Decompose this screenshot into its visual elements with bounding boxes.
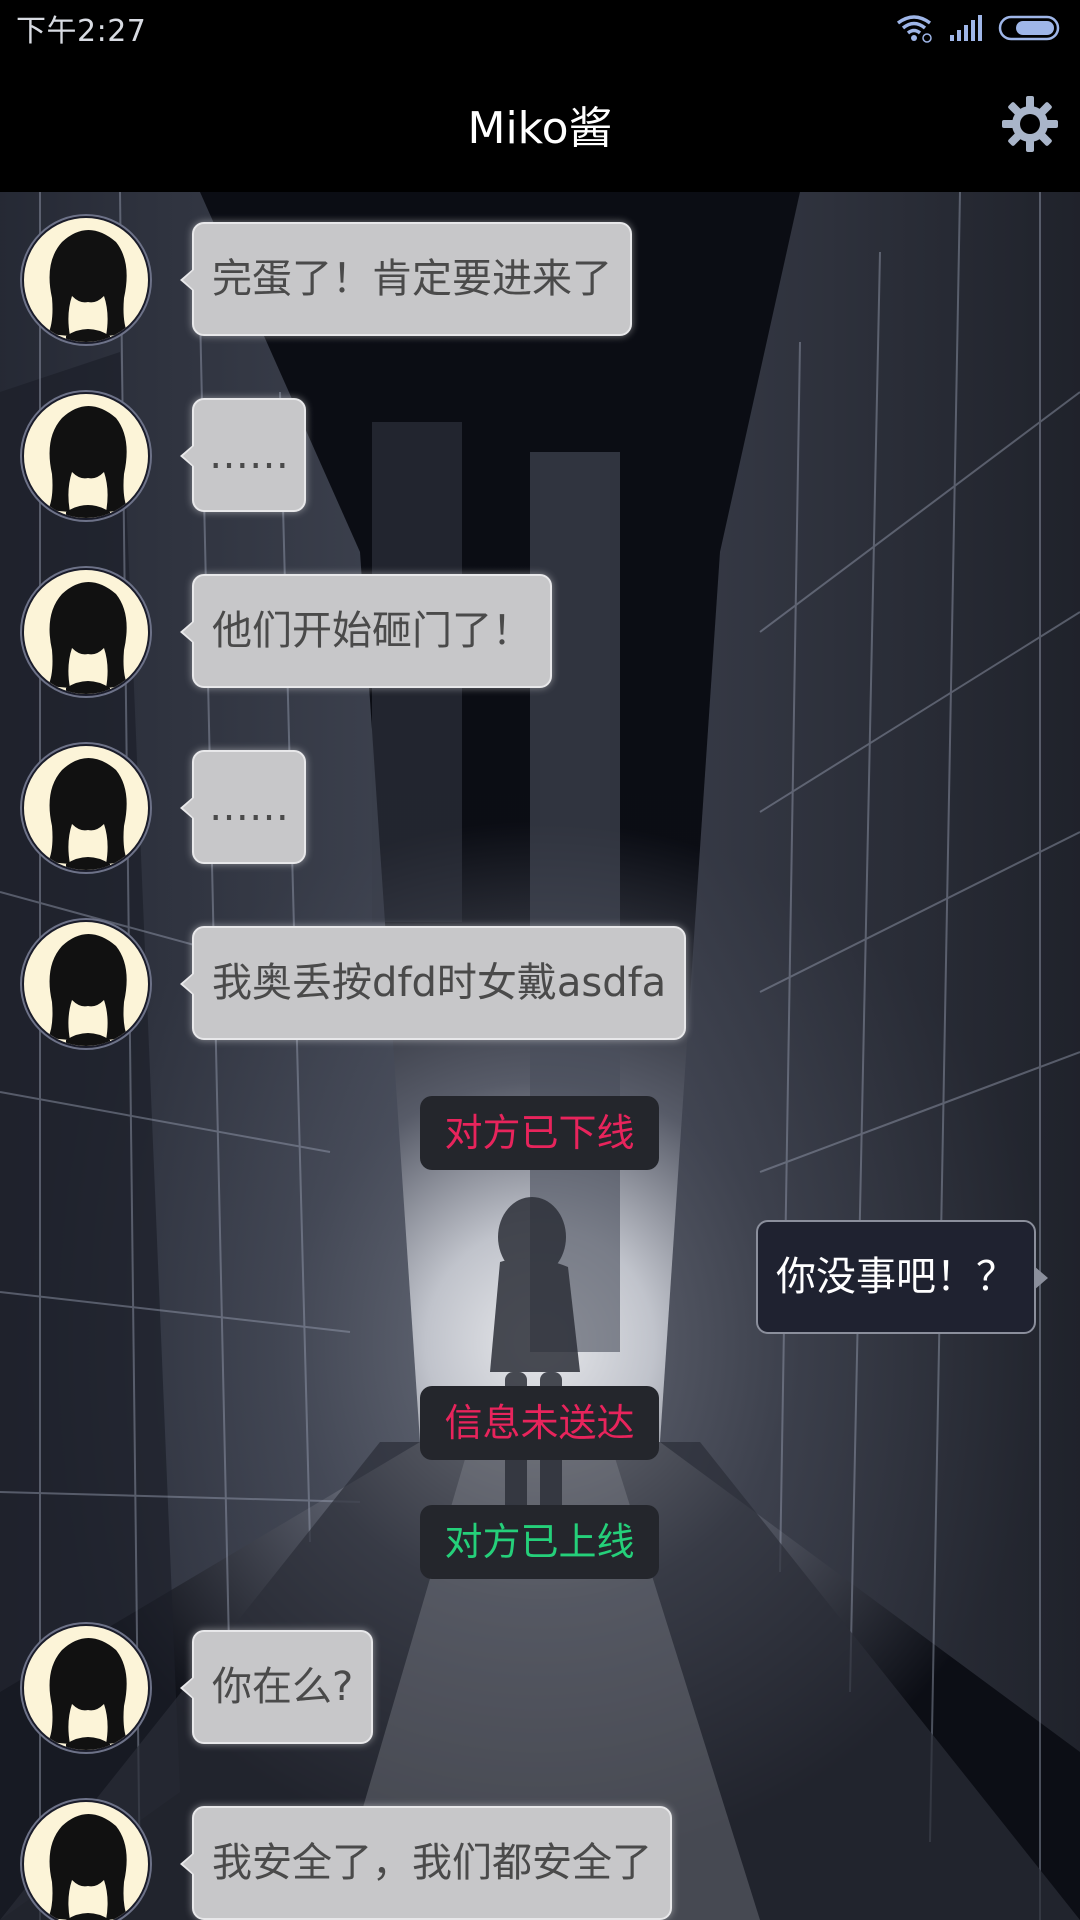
background-illustration — [0, 192, 1080, 1920]
system-notice-offline: 对方已下线 — [420, 1096, 659, 1170]
status-bar: 下午2:27 — [0, 0, 1080, 56]
incoming-message-bubble[interactable]: 你在么? — [179, 1630, 374, 1744]
incoming-message-bubble[interactable]: 我奥丢按dfd时女戴asdfa — [179, 926, 687, 1040]
incoming-message-bubble[interactable]: 他们开始砸门了！ — [180, 574, 552, 688]
avatar-silhouette-icon — [48, 1814, 128, 1920]
battery-icon — [998, 15, 1060, 41]
avatar[interactable] — [22, 568, 150, 696]
chat-area[interactable]: 完蛋了！肯定要进来了 …… 他们开始砸门了！ …… 我奥丢按dfd时女戴asdf… — [0, 192, 1080, 1920]
system-notice-online: 对方已上线 — [420, 1505, 659, 1579]
incoming-message-bubble[interactable]: …… — [180, 398, 306, 512]
status-icons — [894, 13, 1064, 43]
avatar-silhouette-icon — [48, 582, 128, 694]
incoming-message-bubble[interactable]: 完蛋了！肯定要进来了 — [180, 222, 632, 336]
avatar[interactable] — [22, 216, 150, 344]
app-header: Miko酱 — [0, 56, 1080, 192]
gear-icon — [1002, 96, 1058, 152]
avatar[interactable] — [22, 392, 150, 520]
settings-button[interactable] — [998, 92, 1062, 156]
avatar-silhouette-icon — [48, 230, 128, 342]
avatar[interactable] — [22, 744, 150, 872]
wifi-icon — [896, 15, 932, 43]
chat-title: Miko酱 — [467, 103, 613, 154]
system-notice-undelivered: 信息未送达 — [420, 1386, 659, 1460]
avatar-silhouette-icon — [48, 1638, 128, 1750]
incoming-message-bubble[interactable]: 我安全了，我们都安全了 — [180, 1806, 672, 1920]
incoming-message-bubble[interactable]: …… — [180, 750, 306, 864]
status-time: 下午2:27 — [16, 14, 147, 49]
avatar[interactable] — [22, 1800, 150, 1920]
avatar[interactable] — [22, 920, 150, 1048]
avatar[interactable] — [22, 1624, 150, 1752]
outgoing-message-bubble[interactable]: 你没事吧！？ — [756, 1220, 1048, 1334]
avatar-silhouette-icon — [48, 406, 128, 518]
screen: 下午2:27 Miko酱 完蛋了！肯定要进来了 …… 他们开始砸门了！ …… 我… — [0, 0, 1080, 1920]
avatar-silhouette-icon — [48, 934, 128, 1046]
signal-icon — [950, 15, 982, 41]
avatar-silhouette-icon — [48, 758, 128, 870]
